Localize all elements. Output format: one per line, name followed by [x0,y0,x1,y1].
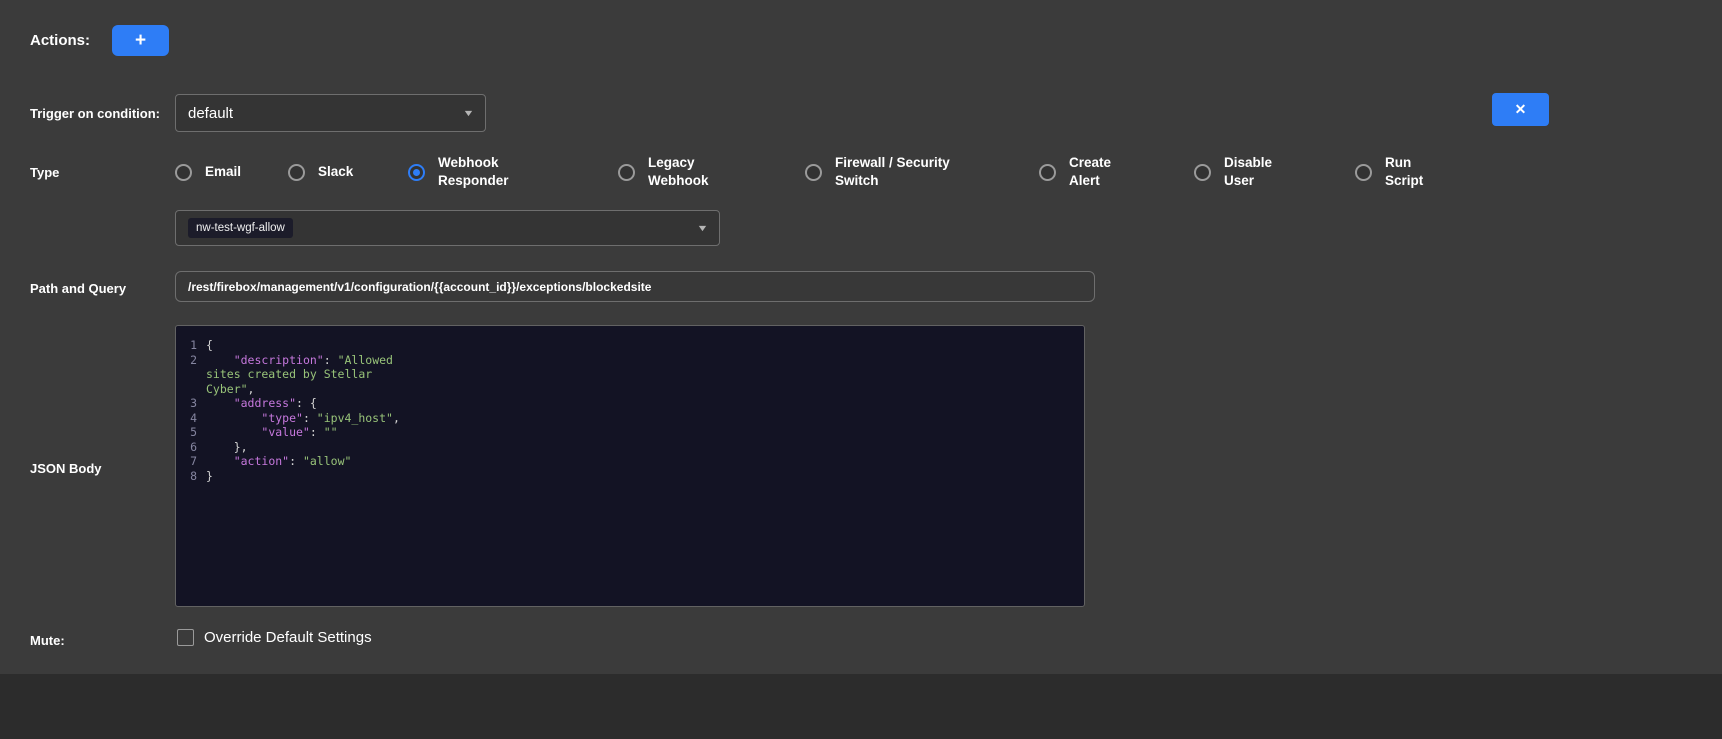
code-content: "description": "Allowed sites created by… [206,353,406,397]
type-option-label: Disable User [1224,154,1272,190]
code-token: }, [206,440,248,454]
code-token [206,454,234,468]
mute-row: Override Default Settings [177,629,372,646]
code-token: "value" [261,425,309,439]
type-option-label: Run Script [1385,154,1423,190]
code-token: : [289,454,303,468]
code-token [206,353,234,367]
type-options: Email Slack Webhook Responder Legacy Web… [175,150,1423,194]
json-body-editor[interactable]: 1 { 2 "description": "Allowed sites crea… [175,325,1085,607]
bottom-band [0,674,1722,739]
code-content: "value": "" [206,425,406,440]
line-number: 8 [176,469,206,484]
code-token: "description" [234,353,324,367]
radio-icon[interactable] [408,164,425,181]
line-number: 1 [176,338,206,353]
remove-action-button[interactable]: ✕ [1492,93,1549,126]
code-token: } [206,469,213,483]
path-query-label: Path and Query [30,281,126,296]
code-token [206,396,234,410]
code-line: 6 }, [176,440,1084,455]
responder-selected-tag: nw-test-wgf-allow [188,218,293,238]
code-content: }, [206,440,406,455]
code-line: 4 "type": "ipv4_host", [176,411,1084,426]
trigger-condition-label: Trigger on condition: [30,106,160,121]
json-body-label: JSON Body [30,461,102,476]
actions-label: Actions: [30,32,90,49]
code-token [206,425,261,439]
line-number: 6 [176,440,206,455]
mute-label: Mute: [30,633,65,648]
type-option-label: Webhook Responder [438,154,509,190]
code-content: "type": "ipv4_host", [206,411,406,426]
type-option-slack[interactable]: Slack [288,150,408,194]
path-query-input[interactable] [175,271,1095,302]
add-action-button[interactable]: + [112,25,169,56]
code-line: 3 "address": { [176,396,1084,411]
line-number: 4 [176,411,206,426]
type-option-disable-user[interactable]: Disable User [1194,150,1355,194]
code-content: } [206,469,406,484]
radio-icon[interactable] [618,164,635,181]
radio-icon[interactable] [1355,164,1372,181]
code-token: , [393,411,400,425]
type-option-label: Firewall / Security Switch [835,154,950,190]
trigger-condition-value: default [188,105,233,122]
plus-icon: + [135,30,146,52]
radio-icon[interactable] [175,164,192,181]
responder-select[interactable]: nw-test-wgf-allow ▼ [175,210,720,246]
type-option-email[interactable]: Email [175,150,288,194]
type-option-legacy-webhook[interactable]: Legacy Webhook [618,150,805,194]
code-token: , [248,382,255,396]
code-token: : { [296,396,317,410]
code-line: 8 } [176,469,1084,484]
line-number: 2 [176,353,206,397]
radio-icon[interactable] [288,164,305,181]
line-number: 3 [176,396,206,411]
type-label: Type [30,165,59,180]
code-token: : [303,411,317,425]
override-default-settings-label: Override Default Settings [204,629,372,646]
radio-icon[interactable] [805,164,822,181]
type-option-create-alert[interactable]: Create Alert [1039,150,1194,194]
code-content: { [206,338,406,353]
code-token: : [324,353,338,367]
radio-icon[interactable] [1194,164,1211,181]
type-option-label: Create Alert [1069,154,1111,190]
override-default-settings-checkbox[interactable] [177,629,194,646]
type-option-label: Legacy Webhook [648,154,709,190]
type-option-label: Email [205,163,241,181]
actions-header: Actions: + [30,25,169,56]
code-token: "address" [234,396,296,410]
code-content: "action": "allow" [206,454,406,469]
code-line: 1 { [176,338,1084,353]
code-token: "action" [234,454,289,468]
code-line: 7 "action": "allow" [176,454,1084,469]
radio-icon[interactable] [1039,164,1056,181]
code-token: : [310,425,324,439]
code-token: "type" [261,411,303,425]
line-number: 7 [176,454,206,469]
type-option-webhook-responder[interactable]: Webhook Responder [408,150,618,194]
type-option-firewall-security-switch[interactable]: Firewall / Security Switch [805,150,1039,194]
chevron-down-icon: ▼ [462,108,474,118]
code-line: 5 "value": "" [176,425,1084,440]
chevron-down-icon: ▼ [696,223,708,233]
code-token: "ipv4_host" [317,411,393,425]
code-token: { [206,338,213,352]
trigger-condition-select[interactable]: default ▼ [175,94,486,132]
code-content: "address": { [206,396,406,411]
line-number: 5 [176,425,206,440]
code-token [206,411,261,425]
type-option-run-script[interactable]: Run Script [1355,150,1423,194]
code-token: "" [324,425,338,439]
type-option-label: Slack [318,163,353,181]
code-line: 2 "description": "Allowed sites created … [176,353,1084,397]
code-token: "allow" [303,454,351,468]
close-icon: ✕ [1515,101,1527,118]
